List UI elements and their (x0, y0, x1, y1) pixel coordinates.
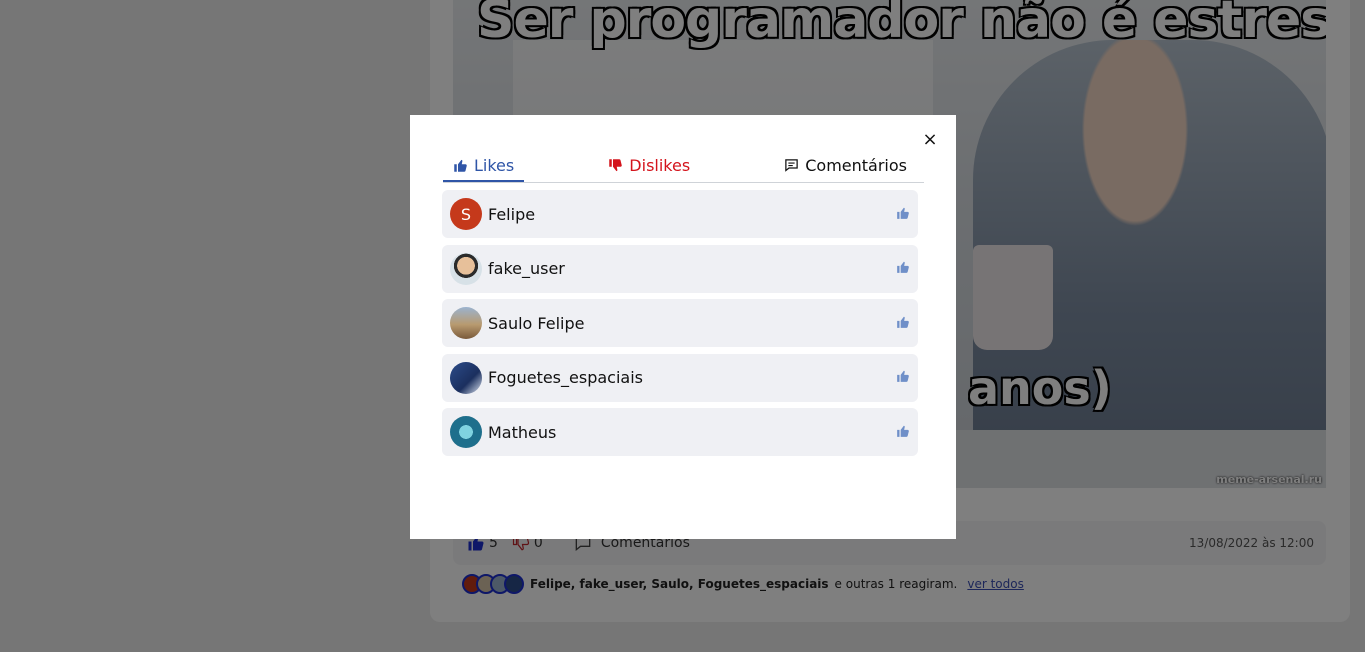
tab-comments[interactable]: Comentários (774, 151, 924, 179)
close-button[interactable]: × (920, 128, 940, 150)
tab-label: Likes (474, 156, 515, 175)
reactions-modal: × Likes Dislikes Comentários S Felipe fa… (410, 115, 956, 539)
user-name: fake_user (488, 259, 565, 278)
likes-list: S Felipe fake_user Saulo Felipe Foguetes… (442, 190, 918, 463)
user-name: Matheus (488, 422, 557, 442)
tab-label: Dislikes (629, 155, 691, 175)
list-item[interactable]: Foguetes_espaciais (442, 353, 918, 402)
avatar-letter: S (460, 204, 472, 224)
thumbs-up-icon (896, 423, 910, 442)
user-name: Felipe (488, 204, 536, 224)
tab-dislikes[interactable]: Dislikes (598, 151, 700, 179)
user-name: Saulo Felipe (488, 313, 585, 333)
list-item[interactable]: S Felipe (442, 190, 918, 238)
thumbs-up-icon (896, 259, 910, 278)
avatar (450, 416, 482, 448)
avatar (450, 307, 482, 339)
list-item[interactable]: fake_user (442, 244, 918, 293)
reaction-tabs: Likes Dislikes Comentários (443, 151, 924, 183)
close-icon: × (922, 128, 938, 150)
tab-likes[interactable]: Likes (443, 151, 525, 182)
thumbs-up-icon (896, 314, 910, 333)
thumbs-up-icon (896, 205, 910, 224)
tab-label: Comentários (805, 155, 907, 175)
thumbs-down-icon (609, 158, 623, 171)
thumbs-up-icon (454, 159, 467, 172)
list-item[interactable]: Matheus (442, 408, 918, 456)
avatar: S (450, 198, 482, 230)
list-item[interactable]: Saulo Felipe (442, 299, 918, 347)
user-name: Foguetes_espaciais (488, 368, 643, 387)
thumbs-up-icon (896, 368, 910, 387)
avatar (450, 252, 482, 285)
avatar (450, 361, 482, 394)
comment-icon (785, 158, 798, 172)
